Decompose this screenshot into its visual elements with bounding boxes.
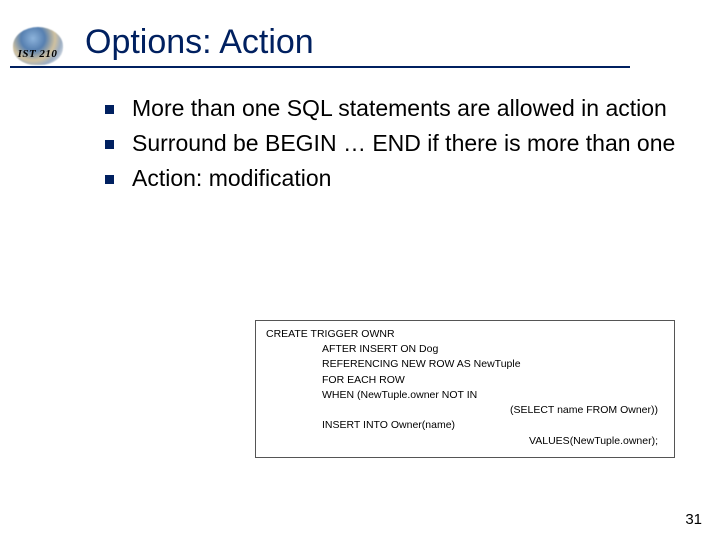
code-line: WHEN (NewTuple.owner NOT IN xyxy=(266,388,664,403)
square-bullet-icon xyxy=(105,140,114,149)
code-block: CREATE TRIGGER OWNR AFTER INSERT ON Dog … xyxy=(255,320,675,458)
list-item: Surround be BEGIN … END if there is more… xyxy=(105,128,680,159)
square-bullet-icon xyxy=(105,105,114,114)
slide-title: Options: Action xyxy=(85,23,720,62)
code-line: REFERENCING NEW ROW AS NewTuple xyxy=(266,357,664,372)
slide-number: 31 xyxy=(685,511,702,528)
list-item: More than one SQL statements are allowed… xyxy=(105,93,680,124)
square-bullet-icon xyxy=(105,175,114,184)
slide-header: IST 210 Options: Action xyxy=(0,0,720,73)
title-area: Options: Action xyxy=(75,23,720,68)
title-underline xyxy=(10,66,630,68)
code-line: CREATE TRIGGER OWNR xyxy=(266,327,664,342)
code-line: (SELECT name FROM Owner)) xyxy=(266,403,664,418)
code-line: AFTER INSERT ON Dog xyxy=(266,342,664,357)
code-line: INSERT INTO Owner(name) xyxy=(266,418,664,433)
bullet-text: Surround be BEGIN … END if there is more… xyxy=(132,128,675,159)
bullet-text: More than one SQL statements are allowed… xyxy=(132,93,667,124)
list-item: Action: modification xyxy=(105,163,680,194)
code-line: FOR EACH ROW xyxy=(266,373,664,388)
content-area: More than one SQL statements are allowed… xyxy=(0,73,720,194)
logo-area: IST 210 xyxy=(0,18,75,73)
course-code: IST 210 xyxy=(18,48,58,60)
bullet-text: Action: modification xyxy=(132,163,331,194)
code-line: VALUES(NewTuple.owner); xyxy=(266,434,664,449)
